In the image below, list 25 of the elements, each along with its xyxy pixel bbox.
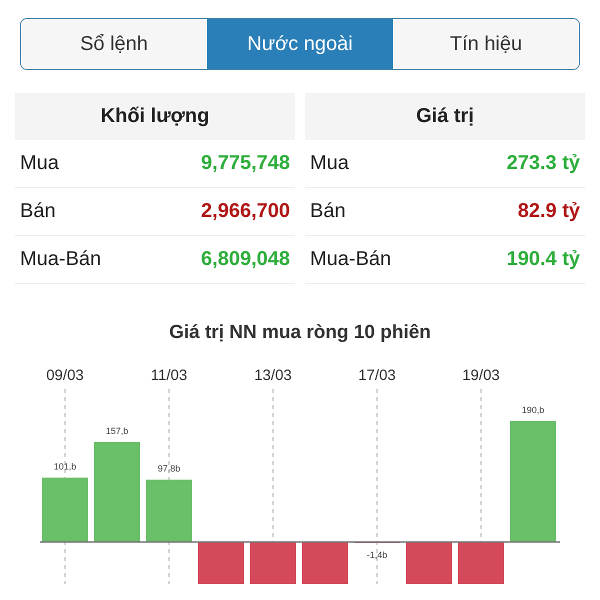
axis-label: 19/03 bbox=[462, 367, 500, 384]
value-label: 157,b bbox=[106, 426, 128, 436]
row-value: 2,966,700 bbox=[201, 200, 290, 223]
row-value: 9,775,748 bbox=[201, 152, 290, 175]
row-value: 190.4 tỷ bbox=[506, 248, 580, 271]
axis-label: 13/03 bbox=[254, 367, 292, 384]
row-label: Mua-Bán bbox=[20, 248, 102, 271]
row-label: Bán bbox=[20, 200, 56, 223]
row-value: 273.3 tỷ bbox=[506, 152, 580, 175]
value-label: 190,b bbox=[522, 405, 544, 415]
value-label: 97,8b bbox=[158, 464, 180, 474]
row-value: 82.9 tỷ bbox=[518, 200, 580, 223]
row-label: Mua bbox=[310, 152, 349, 175]
axis-label: 09/03 bbox=[46, 367, 84, 384]
column-header: Giá trị bbox=[305, 93, 585, 140]
chart-title: Giá trị NN mua ròng 10 phiên bbox=[168, 322, 432, 345]
axis-label: 11/03 bbox=[150, 367, 188, 384]
axis-label: 17/03 bbox=[358, 367, 396, 384]
row-value: 6,809,048 bbox=[201, 248, 290, 271]
row-label: Mua-Bán bbox=[310, 248, 392, 271]
column-header: Khối lượng bbox=[15, 93, 295, 140]
row-label: Mua bbox=[20, 152, 59, 175]
value-label: 101,b bbox=[54, 462, 76, 472]
row-label: Bán bbox=[310, 200, 346, 223]
value-label: -1,4b bbox=[366, 550, 388, 560]
